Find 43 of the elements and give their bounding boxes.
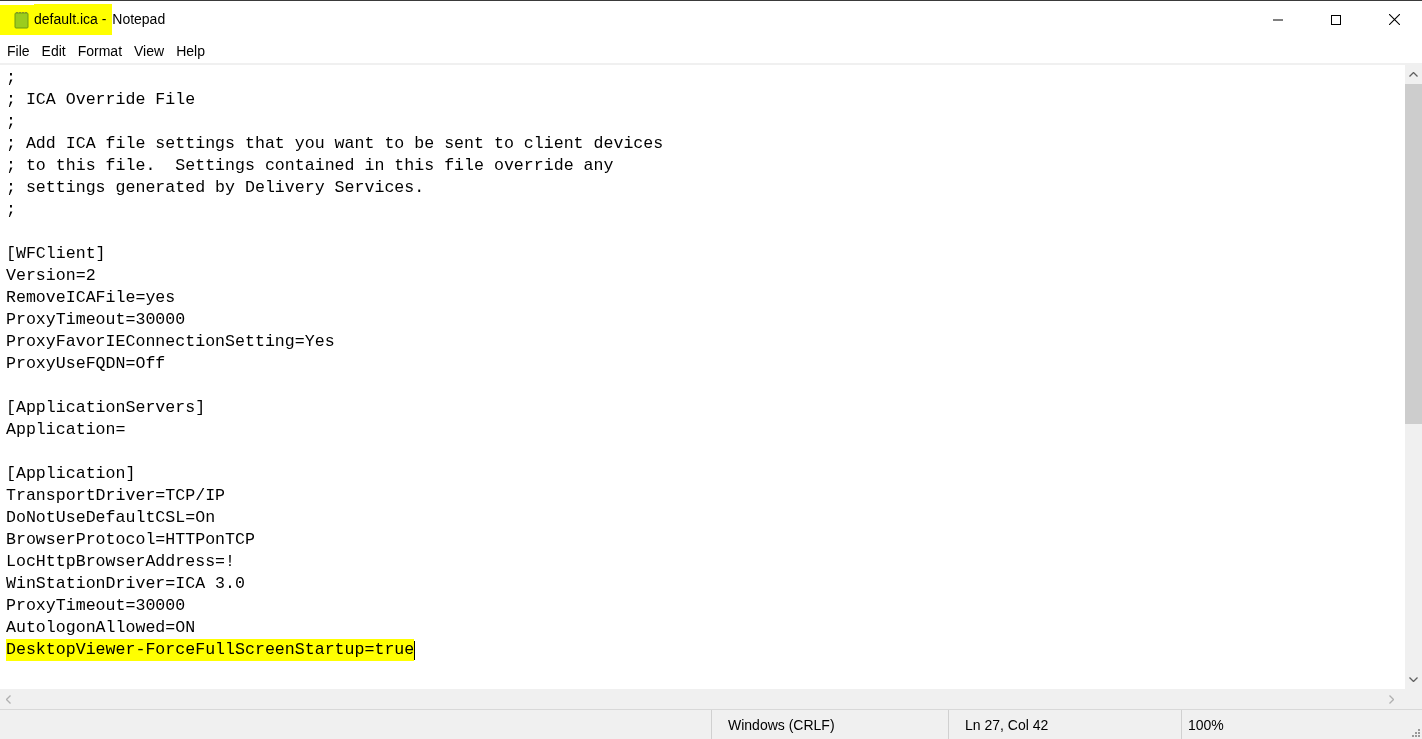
- code-line: ;: [6, 199, 16, 221]
- menu-item[interactable]: Edit: [35, 42, 72, 59]
- code-line: [Application]: [6, 463, 136, 485]
- line-ending-status: Windows (CRLF): [728, 716, 835, 733]
- code-line: [WFClient]: [6, 243, 106, 265]
- menu-item[interactable]: View: [128, 42, 171, 59]
- code-line: ;: [6, 111, 16, 133]
- cursor-position-status: Ln 27, Col 42: [965, 716, 1049, 733]
- close-icon: [1388, 14, 1400, 25]
- code-line: TransportDriver=TCP/IP: [6, 485, 226, 507]
- code-line: ;: [6, 67, 16, 89]
- scroll-right-icon[interactable]: [1389, 694, 1394, 704]
- code-line: [ApplicationServers]: [6, 397, 206, 419]
- zoom-status: 100%: [1188, 716, 1224, 733]
- code-line: RemoveICAFile=yes: [6, 287, 176, 309]
- code-line: ProxyUseFQDN=Off: [6, 353, 166, 375]
- window-title: default.ica -: [34, 4, 113, 35]
- scroll-up-icon[interactable]: [1409, 72, 1418, 77]
- code-line: Version=2: [6, 265, 96, 287]
- code-line: ; to this file. Settings contained in this file override any: [6, 155, 614, 177]
- scroll-down-icon[interactable]: [1409, 677, 1418, 682]
- resize-grip-icon[interactable]: [1411, 728, 1420, 737]
- vertical-scrollbar[interactable]: [1405, 65, 1422, 689]
- code-line: WinStationDriver=ICA 3.0: [6, 573, 245, 595]
- code-line: DoNotUseDefaultCSL=On: [6, 507, 216, 529]
- menu-item[interactable]: Format: [71, 42, 129, 59]
- code-line: ProxyTimeout=30000: [6, 309, 186, 331]
- menu-item[interactable]: File: [1, 42, 36, 59]
- menu-item[interactable]: Help: [170, 42, 211, 59]
- maximize-icon: [1331, 14, 1341, 25]
- scrollbar-thumb[interactable]: [1405, 84, 1422, 424]
- code-line: Application=: [6, 419, 126, 441]
- code-line: AutologonAllowed=ON: [6, 617, 196, 639]
- code-line: ; ICA Override File: [6, 89, 196, 111]
- code-line: ; Add ICA file settings that you want to be sent to client devices: [6, 133, 664, 155]
- code-line: LocHttpBrowserAddress=!: [6, 551, 236, 573]
- scroll-left-icon[interactable]: [6, 694, 11, 704]
- code-line: BrowserProtocol=HTTPonTCP: [6, 529, 255, 551]
- code-line: ProxyTimeout=30000: [6, 595, 186, 617]
- code-line: ; settings generated by Delivery Services.: [6, 177, 425, 199]
- code-line: ProxyFavorIEConnectionSetting=Yes: [6, 331, 335, 353]
- notepad-icon: [0, 4, 34, 35]
- window-title: Notepad: [112, 10, 166, 29]
